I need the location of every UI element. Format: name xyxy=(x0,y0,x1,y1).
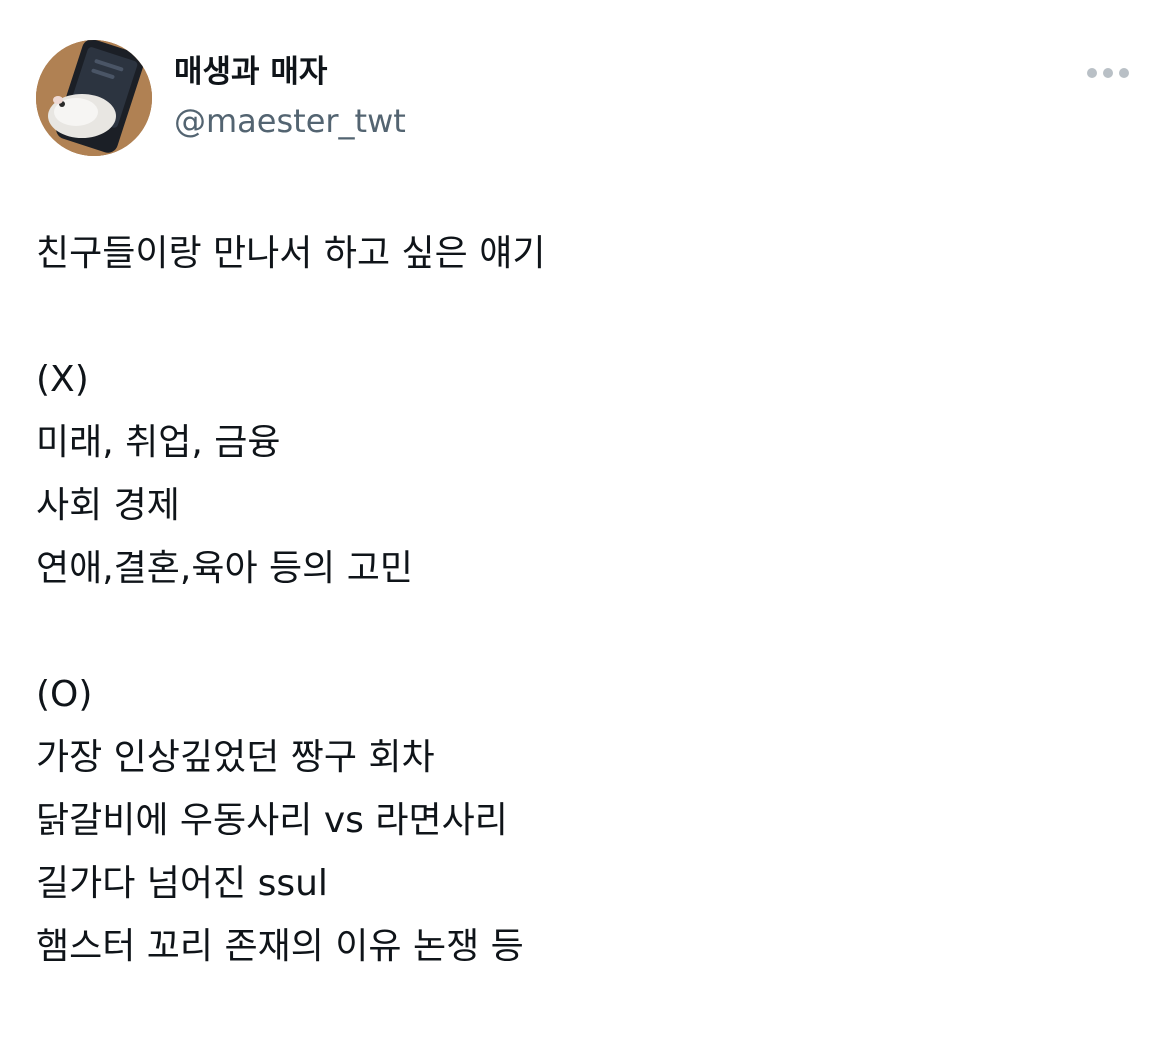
tweet-line: 햄스터 꼬리 존재의 이유 논쟁 등 xyxy=(36,926,524,967)
tweet-line: (O) xyxy=(36,674,93,715)
tweet-line: 사회 경제 xyxy=(36,485,180,526)
tweet-line: (X) xyxy=(36,359,89,400)
more-options-button[interactable] xyxy=(1080,56,1136,90)
tweet-line: 친구들이랑 만나서 하고 싶은 얘기 xyxy=(36,233,546,274)
tweet-line: 길가다 넘어진 ssul xyxy=(36,863,328,904)
author-display-name[interactable]: 매생과 매자 xyxy=(174,52,327,92)
avatar[interactable] xyxy=(36,40,152,156)
tweet-text: 친구들이랑 만나서 하고 싶은 얘기 (X) 미래, 취업, 금융 사회 경제 … xyxy=(36,222,1136,978)
tweet-line: 가장 인상깊었던 짱구 회차 xyxy=(36,737,435,778)
more-horizontal-icon xyxy=(1087,68,1129,78)
author-handle[interactable]: @maester_twt xyxy=(174,100,406,142)
tweet-line: 연애,결혼,육아 등의 고민 xyxy=(36,548,413,589)
tweet-line: 미래, 취업, 금융 xyxy=(36,422,281,463)
hamster-phone-avatar-icon xyxy=(36,40,152,156)
tweet-line: 닭갈비에 우동사리 vs 라면사리 xyxy=(36,800,508,841)
